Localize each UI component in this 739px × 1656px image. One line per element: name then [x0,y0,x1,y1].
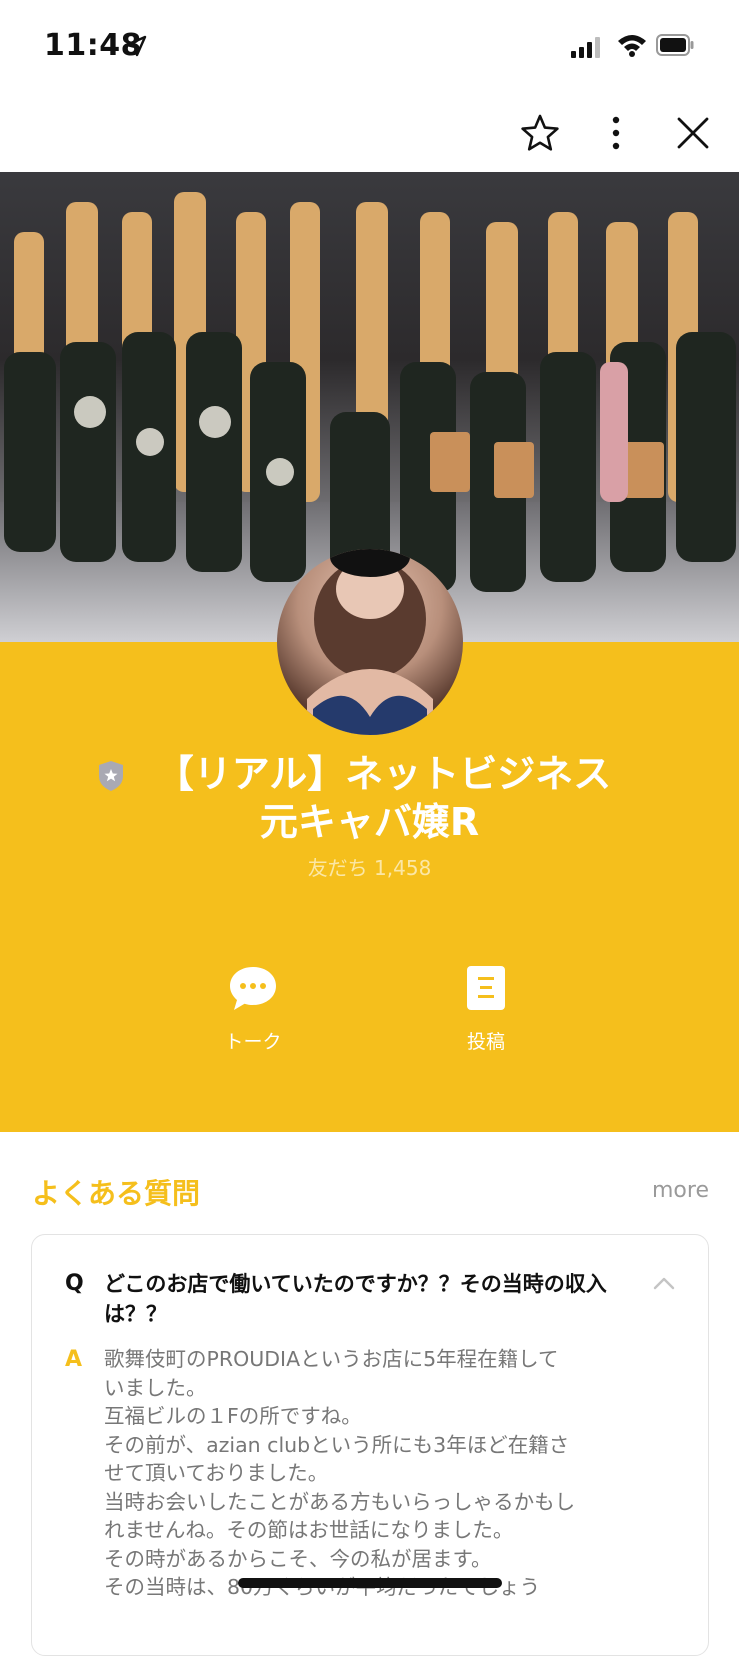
answer-line: その前が、azian clubという所にも3年ほど在籍さ [104,1432,570,1457]
posts-button[interactable]: 投稿 [416,965,556,1054]
answer-line: その時があるからこそ、今の私が居ます。 [104,1546,492,1571]
favorite-star-button[interactable] [517,110,563,156]
profile-avatar[interactable] [277,549,463,735]
more-icon [612,116,620,150]
question-mark: Q [65,1271,84,1296]
faq-section-title: よくある質問 [32,1177,201,1210]
answer-line: れませんね。その節はお世話になりました。 [104,1518,514,1542]
profile-name: 【リアル】ネットビジネス 元キャバ嬢R [0,750,739,846]
star-icon [521,114,559,151]
answer-line: 歌舞伎町のPROUDIAというお店に5年程在籍して [104,1347,559,1371]
profile-name-line2: 元キャバ嬢R [259,800,480,844]
battery-icon [656,34,694,56]
profile-name-line1: 【リアル】ネットビジネス [155,752,612,796]
answer-mark: A [65,1347,83,1372]
faq-more-link[interactable]: more [652,1178,709,1203]
more-options-button[interactable] [593,110,639,156]
talk-button[interactable]: トーク [183,965,323,1054]
location-arrow-icon [125,35,147,57]
posts-label: 投稿 [466,1031,505,1053]
answer-line: せて頂いておりました。 [104,1461,329,1485]
close-button[interactable] [670,110,716,156]
chat-icon [230,967,276,1010]
faq-answer: 歌舞伎町のPROUDIAというお店に5年程在籍して いました。 互福ビルの１Fの… [104,1345,664,1602]
close-icon [677,117,709,149]
top-navigation [0,90,739,172]
answer-line: いました。 [104,1375,207,1400]
friends-count: 友だち 1,458 [307,856,432,880]
home-indicator[interactable] [238,1578,502,1588]
status-bar: 11:48 [0,0,739,90]
faq-card: Q どこのお店で働いていたのですか？？その当時の収入は？？ A 歌舞伎町のPRO… [31,1234,709,1656]
post-icon [467,966,505,1010]
answer-line: 互福ビルの１Fの所ですね。 [104,1404,362,1428]
talk-label: トーク [224,1031,282,1053]
answer-line: 当時お会いしたことがある方もいらっしゃるかもし [104,1489,576,1514]
wifi-icon [618,35,646,57]
cellular-signal-icon [571,37,600,58]
chevron-up-icon[interactable] [652,1275,676,1291]
avatar-photo [307,549,433,735]
faq-question[interactable]: どこのお店で働いていたのですか？？その当時の収入は？？ [104,1269,624,1329]
